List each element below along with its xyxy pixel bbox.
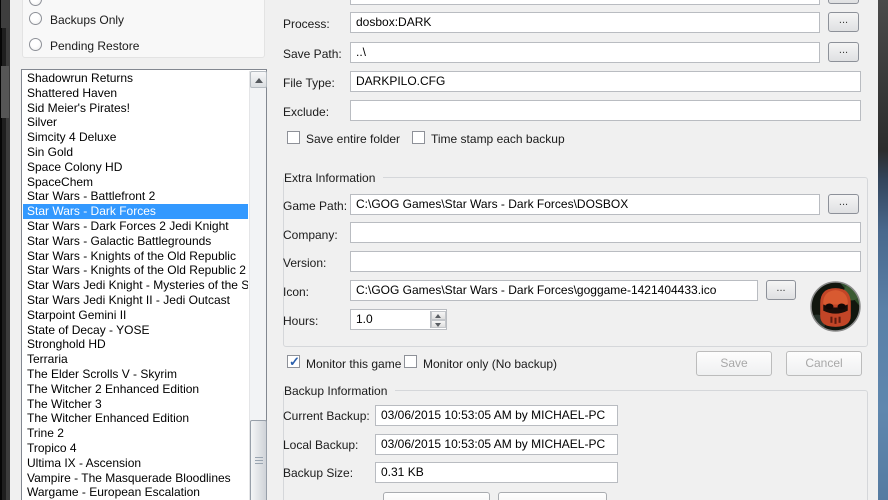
name-input[interactable]: Star Wars - Dark Forces (350, 0, 820, 5)
list-item[interactable]: The Elder Scrolls V - Skyrim (23, 367, 248, 382)
local-backup-label: Local Backup: (283, 438, 359, 452)
monitor-this-game-label: Monitor this game (306, 357, 402, 371)
list-item[interactable]: Sin Gold (23, 145, 248, 160)
icon-browse-button[interactable]: ... (766, 280, 796, 300)
right-window-edge (878, 0, 888, 500)
game-path-label: Game Path: (283, 199, 348, 213)
version-label: Version: (283, 256, 327, 270)
backup-size-value: 0.31 KB (375, 462, 618, 483)
process-browse-button[interactable]: ... (828, 12, 859, 32)
radio-backups-only[interactable] (29, 12, 42, 25)
list-item[interactable]: Stronghold HD (23, 337, 248, 352)
current-backup-value: 03/06/2015 10:53:05 AM by MICHAEL-PC (375, 405, 618, 426)
time-stamp-checkbox[interactable] (412, 131, 425, 144)
list-item[interactable]: Star Wars Jedi Knight - Mysteries of the… (23, 278, 248, 293)
bottom-right-button-partial[interactable] (498, 492, 607, 500)
save-path-browse-button[interactable]: ... (828, 42, 859, 62)
game-backup-monitor-window: Backups Only Pending Restore Shadowrun R… (0, 0, 888, 500)
save-entire-folder-checkbox[interactable] (287, 131, 300, 144)
list-item[interactable]: The Witcher 2 Enhanced Edition (23, 382, 248, 397)
list-item[interactable]: Wargame - European Escalation (23, 485, 248, 500)
current-backup-label: Current Backup: (283, 409, 370, 423)
list-item[interactable]: Tropico 4 (23, 441, 248, 456)
list-item[interactable]: SpaceChem (23, 175, 248, 190)
monitor-only-checkbox[interactable] (404, 355, 417, 368)
hours-label: Hours: (283, 314, 319, 328)
version-input[interactable] (350, 251, 861, 272)
list-item[interactable]: Ultima IX - Ascension (23, 456, 248, 471)
exclude-label: Exclude: (283, 105, 330, 119)
list-item[interactable]: Star Wars - Battlefront 2 (23, 189, 248, 204)
local-backup-value: 03/06/2015 10:53:05 AM by MICHAEL-PC (375, 434, 618, 455)
list-item[interactable]: Star Wars - Knights of the Old Republic (23, 249, 248, 264)
hours-value: 1.0 (356, 312, 373, 326)
list-item[interactable]: Space Colony HD (23, 160, 248, 175)
time-stamp-label: Time stamp each backup (431, 132, 565, 146)
file-type-input[interactable]: DARKPILO.CFG (350, 71, 861, 92)
left-window-edge (0, 0, 10, 500)
game-icon-image (810, 281, 861, 332)
name-browse-button[interactable]: ... (828, 0, 859, 4)
bottom-left-button-partial[interactable] (383, 492, 490, 500)
list-item[interactable]: Star Wars - Dark Forces 2 Jedi Knight (23, 219, 248, 234)
game-list: Shadowrun Returns Shattered Haven Sid Meie… (23, 71, 248, 500)
game-path-input[interactable]: C:\GOG Games\Star Wars - Dark Forces\DOS… (350, 194, 820, 215)
hours-spinner (430, 311, 446, 328)
radio-pending-restore[interactable] (29, 38, 42, 51)
icon-input[interactable]: C:\GOG Games\Star Wars - Dark Forces\gog… (350, 280, 758, 301)
list-item[interactable]: The Witcher Enhanced Edition (23, 411, 248, 426)
file-type-label: File Type: (283, 76, 335, 90)
list-item[interactable]: Shattered Haven (23, 86, 248, 101)
backup-information-title: Backup Information (284, 384, 396, 398)
list-item[interactable]: Simcity 4 Deluxe (23, 130, 248, 145)
company-label: Company: (283, 228, 338, 242)
radio-pending-restore-label: Pending Restore (50, 39, 140, 53)
spinner-up-icon (435, 314, 441, 318)
list-item[interactable]: Star Wars - Galactic Battlegrounds (23, 234, 248, 249)
list-item[interactable]: Vampire - The Masquerade Bloodlines (23, 471, 248, 486)
company-input[interactable] (350, 222, 861, 243)
process-label: Process: (283, 17, 330, 31)
left-edge-highlight (1, 66, 9, 118)
list-item[interactable]: Shadowrun Returns (23, 71, 248, 86)
list-item[interactable]: The Witcher 3 (23, 397, 248, 412)
list-item[interactable]: Star Wars Jedi Knight II - Jedi Outcast (23, 293, 248, 308)
save-button[interactable]: Save (696, 351, 772, 376)
scroll-up-button[interactable] (250, 71, 267, 88)
list-item[interactable]: Trine 2 (23, 426, 248, 441)
monitor-only-label: Monitor only (No backup) (423, 357, 558, 371)
game-path-browse-button[interactable]: ... (828, 194, 859, 214)
hours-input[interactable]: 1.0 (350, 309, 447, 330)
left-edge-highlight-top (1, 0, 9, 28)
list-item[interactable]: Silver (23, 115, 248, 130)
monitor-this-game-checkbox[interactable] (287, 354, 300, 370)
cancel-button[interactable]: Cancel (786, 351, 862, 376)
game-list-scrollbar[interactable] (249, 71, 267, 500)
list-item[interactable]: Star Wars - Knights of the Old Republic … (23, 263, 248, 278)
grip-icon (255, 457, 263, 464)
list-item[interactable]: Sid Meier's Pirates! (23, 101, 248, 116)
list-item[interactable]: State of Decay - YOSE (23, 323, 248, 338)
extra-information-title: Extra Information (284, 171, 384, 185)
spinner-up-button[interactable] (431, 311, 446, 320)
backup-size-label: Backup Size: (283, 466, 354, 480)
arrow-up-icon (255, 78, 263, 83)
spinner-down-icon (435, 323, 441, 327)
scrollbar-thumb[interactable] (250, 420, 267, 500)
radio-backups-only-label: Backups Only (50, 13, 125, 27)
list-item[interactable]: Starpoint Gemini II (23, 308, 248, 323)
process-input[interactable]: dosbox:DARK (350, 12, 820, 33)
spinner-down-button[interactable] (431, 320, 446, 328)
list-item[interactable]: Star Wars - Dark Forces (23, 204, 248, 219)
exclude-input[interactable] (350, 100, 861, 121)
list-item[interactable]: Terraria (23, 352, 248, 367)
save-entire-folder-label: Save entire folder (306, 132, 401, 146)
save-path-label: Save Path: (283, 47, 342, 61)
save-path-input[interactable]: ..\ (350, 42, 820, 63)
game-listbox: Shadowrun Returns Shattered Haven Sid Meie… (21, 69, 267, 500)
icon-label: Icon: (283, 285, 310, 299)
